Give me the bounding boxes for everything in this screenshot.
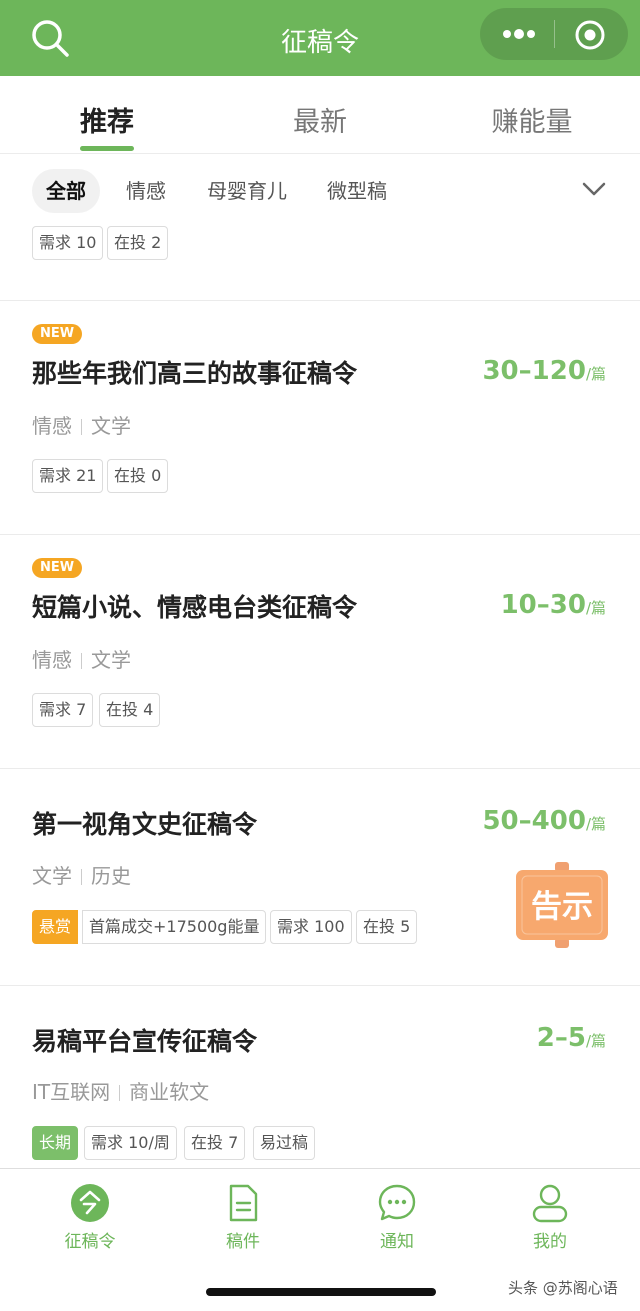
- card-divider: [0, 985, 640, 986]
- top-bar: 征稿令: [0, 0, 640, 76]
- tab-latest[interactable]: 最新: [240, 100, 400, 139]
- nav-item-manuscripts[interactable]: 稿件: [183, 1183, 303, 1252]
- tab-earn-energy[interactable]: 赚能量: [452, 100, 612, 139]
- chat-bubble-icon: [378, 1184, 416, 1221]
- card-categories: 文学 历史: [32, 860, 131, 889]
- price-range: 2–5/篇: [536, 1023, 606, 1053]
- category-label: 历史: [91, 864, 131, 888]
- card-divider: [0, 768, 640, 769]
- target-icon[interactable]: [574, 19, 606, 51]
- card-title: 易稿平台宣传征稿令: [32, 1027, 258, 1056]
- document-icon: [229, 1184, 258, 1222]
- nav-item-calls[interactable]: 征稿令: [30, 1183, 150, 1252]
- price-range: 10–30/篇: [500, 590, 606, 620]
- category-label: 文学: [32, 864, 72, 888]
- card-categories: 情感 文学: [32, 644, 131, 673]
- category-label: 文学: [91, 414, 131, 438]
- tab-recommend[interactable]: 推荐: [27, 100, 187, 139]
- nav-item-notifications[interactable]: 通知: [337, 1183, 457, 1252]
- demand-tag: 需求 100: [270, 910, 352, 944]
- card-categories: 情感 文学: [32, 410, 131, 439]
- nav-item-profile[interactable]: 我的: [490, 1183, 610, 1252]
- reward-text: 首篇成交+17500g能量: [82, 910, 267, 944]
- long-term-tag: 长期: [32, 1126, 79, 1160]
- notice-label: 告示: [531, 889, 593, 925]
- card-divider: [0, 534, 640, 535]
- filter-chip-emotion[interactable]: 情感: [112, 169, 180, 213]
- submitted-tag: 在投 0: [107, 459, 169, 493]
- bottom-nav: 征稿令 稿件 通知 我的 头条 @苏阁心语: [0, 1168, 640, 1311]
- card-title: 那些年我们高三的故事征稿令: [32, 359, 358, 388]
- category-label: 情感: [32, 648, 72, 672]
- card-categories: IT互联网 商业软文: [32, 1076, 209, 1105]
- nav-label: 我的: [533, 1232, 567, 1252]
- user-icon: [532, 1184, 568, 1223]
- submitted-tag: 在投 2: [107, 226, 169, 260]
- tab-bar: 推荐 最新 赚能量: [0, 76, 640, 154]
- notice-sign-icon[interactable]: 告示: [516, 862, 608, 948]
- order-icon: [71, 1184, 109, 1222]
- demand-tag: 需求 21: [32, 459, 104, 493]
- capsule-divider: [554, 20, 555, 48]
- submitted-tag: 在投 7: [184, 1126, 246, 1160]
- easy-pass-tag: 易过稿: [253, 1126, 316, 1160]
- tab-indicator: [80, 146, 134, 151]
- filter-chip-parenting[interactable]: 母婴育儿: [193, 169, 301, 213]
- demand-tag: 需求 10/周: [84, 1126, 177, 1160]
- price-range: 30–120/篇: [482, 356, 606, 386]
- new-badge: NEW: [32, 558, 83, 578]
- nav-label: 通知: [380, 1232, 414, 1252]
- card-title: 第一视角文史征稿令: [32, 810, 258, 839]
- category-label: 情感: [32, 414, 72, 438]
- more-dots-icon[interactable]: [500, 24, 538, 44]
- price-range: 50–400/篇: [482, 806, 606, 836]
- price-unit: /篇: [585, 365, 606, 383]
- reward-badge: 悬赏: [32, 910, 79, 944]
- submitted-tag: 在投 5: [356, 910, 418, 944]
- chevron-down-icon[interactable]: [582, 181, 606, 197]
- category-label: 商业软文: [129, 1080, 210, 1104]
- price-unit: /篇: [585, 815, 606, 833]
- filter-chip-micro[interactable]: 微型稿: [313, 169, 401, 213]
- demand-tag: 需求 10: [32, 226, 104, 260]
- category-label: IT互联网: [32, 1080, 111, 1104]
- new-badge: NEW: [32, 324, 83, 344]
- nav-label: 稿件: [226, 1232, 260, 1252]
- demand-tag: 需求 7: [32, 693, 94, 727]
- filter-chip-all[interactable]: 全部: [32, 169, 100, 213]
- card-divider: [0, 300, 640, 301]
- home-indicator[interactable]: [206, 1288, 436, 1296]
- category-filter-bar: 全部 情感 母婴育儿 微型稿: [0, 155, 640, 230]
- card-title: 短篇小说、情感电台类征稿令: [32, 593, 358, 622]
- watermark: 头条 @苏阁心语: [508, 1279, 618, 1297]
- category-label: 文学: [91, 648, 131, 672]
- submitted-tag: 在投 4: [99, 693, 161, 727]
- nav-label: 征稿令: [64, 1232, 116, 1252]
- price-unit: /篇: [585, 599, 606, 617]
- price-unit: /篇: [585, 1032, 606, 1050]
- mini-program-capsule: [480, 8, 628, 60]
